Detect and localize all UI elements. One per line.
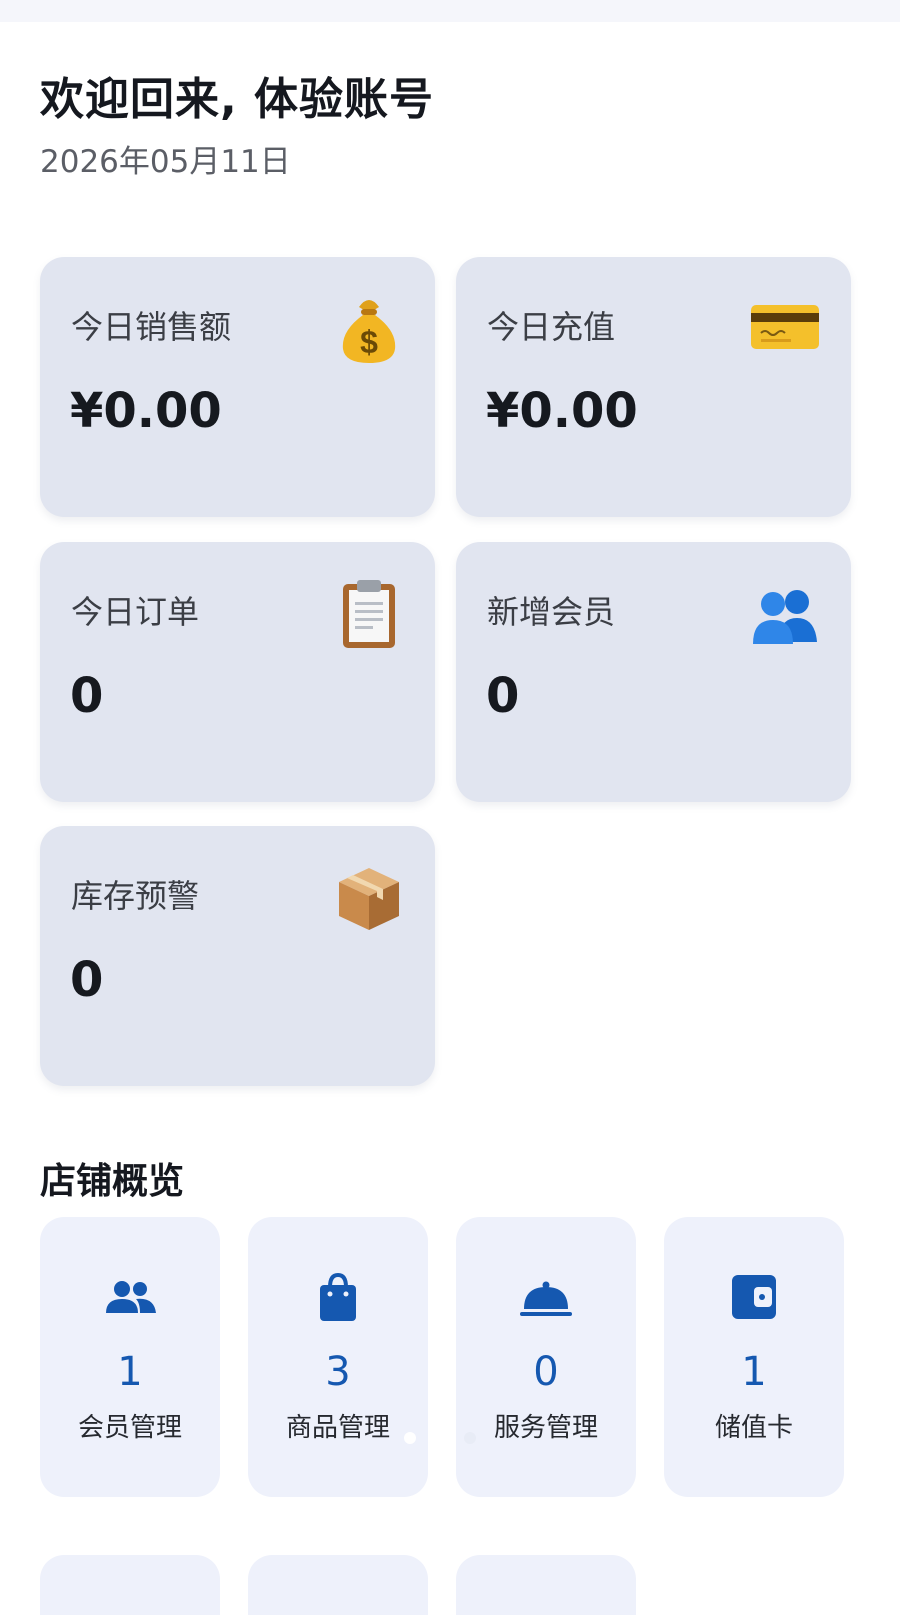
members-icon	[753, 590, 817, 644]
service-bell-icon	[520, 1281, 572, 1316]
people-icon	[106, 1281, 156, 1313]
wallet-icon	[732, 1275, 776, 1319]
package-icon	[339, 868, 399, 930]
stat-label: 今日销售额	[71, 308, 232, 346]
tile-service-management[interactable]: 0 服务管理	[456, 1217, 636, 1497]
tile-count: 1	[117, 1349, 143, 1395]
clipboard-icon	[343, 580, 395, 648]
tile-label: 服务管理	[493, 1413, 598, 1443]
stat-label: 今日充值	[487, 308, 616, 346]
tile-partial[interactable]	[248, 1555, 428, 1615]
overview-title: 店铺概览	[40, 1161, 185, 1202]
pager-dot	[464, 1432, 476, 1444]
tile-member-management[interactable]: 1 会员管理	[40, 1217, 220, 1497]
tile-partial[interactable]	[40, 1555, 220, 1615]
svg-text:$: $	[360, 324, 378, 360]
stat-card-stock-alert[interactable]: 库存预警 0	[40, 826, 435, 1086]
stat-label: 新增会员	[487, 593, 616, 631]
money-bag-icon: $	[342, 300, 396, 363]
credit-card-icon	[751, 305, 819, 349]
tile-label: 商品管理	[285, 1413, 390, 1443]
welcome-title: 欢迎回来, 体验账号	[40, 74, 435, 125]
tile-label: 储值卡	[714, 1413, 793, 1443]
shopping-bag-icon	[320, 1272, 356, 1321]
tile-partial[interactable]	[456, 1555, 636, 1615]
stat-label: 今日订单	[71, 593, 200, 631]
status-bar-strip	[0, 0, 900, 22]
stat-value: 0	[486, 668, 520, 724]
tile-product-management[interactable]: 3 商品管理	[248, 1217, 428, 1497]
stat-card-orders[interactable]: 今日订单 0	[40, 542, 435, 802]
tile-count: 0	[533, 1349, 559, 1395]
stat-value: ¥0.00	[70, 383, 222, 439]
stat-value: 0	[70, 668, 104, 724]
stat-value: ¥0.00	[486, 383, 638, 439]
current-date: 2026年05月11日	[40, 144, 291, 180]
tile-label: 会员管理	[77, 1413, 182, 1443]
tile-count: 1	[741, 1349, 767, 1395]
stat-value: 0	[70, 952, 104, 1008]
stat-card-new-members[interactable]: 新增会员 0	[456, 542, 851, 802]
pager-dot	[404, 1432, 416, 1444]
tile-count: 3	[325, 1349, 351, 1395]
welcome-header: 欢迎回来, 体验账号 2026年05月11日	[40, 72, 434, 182]
tile-stored-value-card[interactable]: 1 储值卡	[664, 1217, 844, 1497]
stat-label: 库存预警	[71, 877, 200, 915]
stat-card-sales[interactable]: 今日销售额 ¥0.00 $	[40, 257, 435, 517]
stat-card-topup[interactable]: 今日充值 ¥0.00	[456, 257, 851, 517]
